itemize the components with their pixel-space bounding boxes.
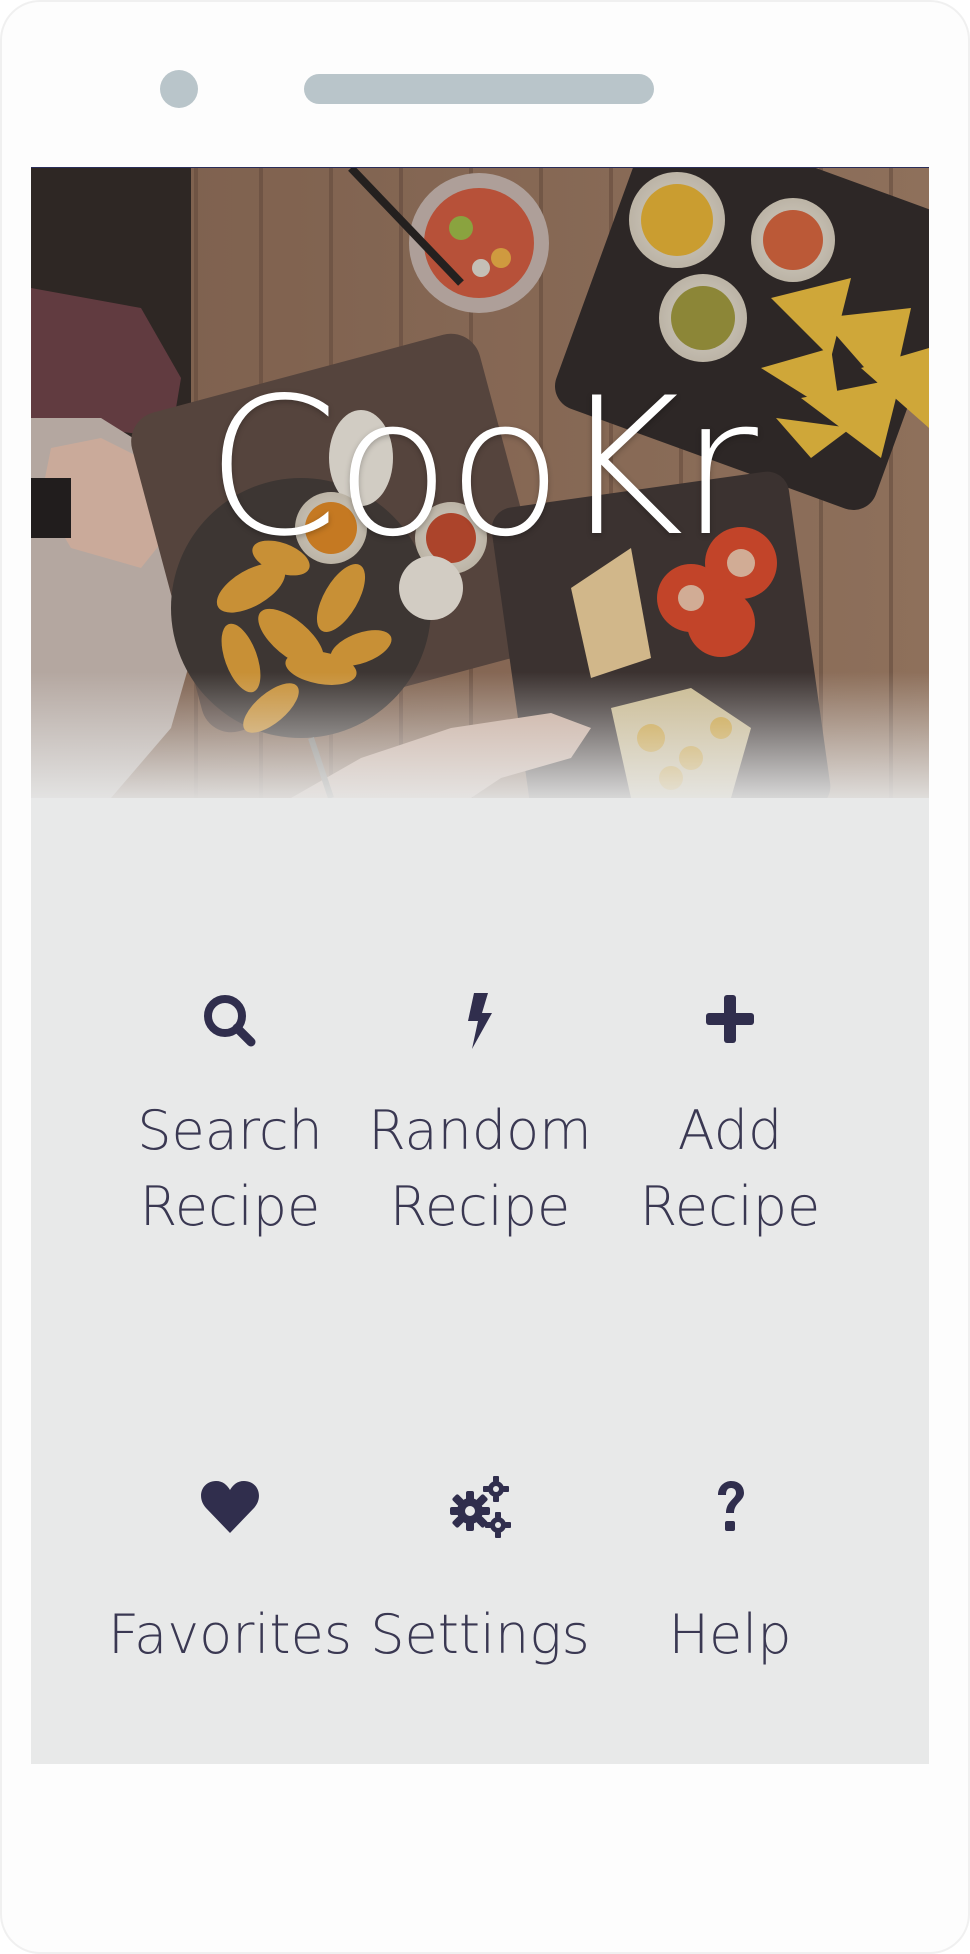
plus-icon	[706, 995, 754, 1043]
heart-icon	[201, 1481, 259, 1533]
random-recipe-button[interactable]: Random Recipe	[340, 989, 620, 1245]
app-screen: CooKr Search Recipe Random Recipe Add Re…	[31, 167, 929, 1764]
app-title: CooKr	[206, 357, 758, 578]
front-camera	[160, 70, 198, 108]
search-recipe-button[interactable]: Search Recipe	[90, 989, 370, 1245]
random-recipe-label: Random Recipe	[368, 1099, 592, 1238]
settings-label: Settings	[370, 1603, 590, 1666]
main-menu-grid: Search Recipe Random Recipe Add Recipe F…	[31, 797, 929, 1764]
bolt-icon	[468, 993, 492, 1049]
hero-banner: CooKr	[31, 167, 929, 798]
help-button[interactable]: Help	[590, 1475, 870, 1673]
question-icon	[718, 1481, 744, 1531]
favorites-label: Favorites	[108, 1603, 352, 1666]
search-icon	[204, 995, 256, 1047]
favorites-button[interactable]: Favorites	[90, 1475, 370, 1673]
gears-icon	[450, 1476, 511, 1538]
earpiece-speaker	[304, 74, 654, 104]
search-recipe-label: Search Recipe	[137, 1099, 323, 1238]
help-label: Help	[668, 1603, 792, 1666]
add-recipe-button[interactable]: Add Recipe	[590, 989, 870, 1245]
phone-frame: CooKr Search Recipe Random Recipe Add Re…	[0, 0, 970, 1954]
add-recipe-label: Add Recipe	[639, 1099, 821, 1238]
settings-button[interactable]: Settings	[340, 1475, 620, 1673]
